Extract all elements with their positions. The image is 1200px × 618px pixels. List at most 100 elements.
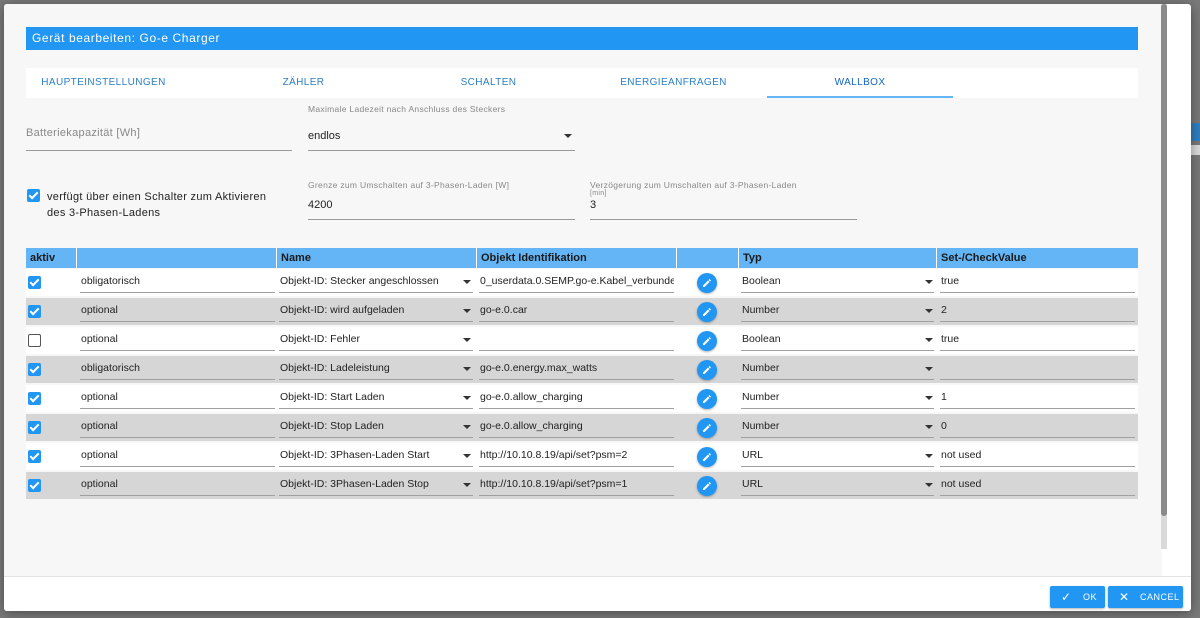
phase-switch-label: verfügt über einen Schalter zum Aktivier… <box>47 191 267 219</box>
row-object-id-underline <box>479 321 674 322</box>
row-active-checkbox[interactable] <box>28 392 41 405</box>
phase-switch-checkbox[interactable] <box>27 189 40 202</box>
tab-zaehler[interactable]: ZÄHLER <box>226 68 381 98</box>
ok-label: OK <box>1083 592 1098 602</box>
row-mode-input[interactable]: obligatorisch <box>81 275 271 287</box>
row-type-select[interactable]: Number <box>742 420 912 432</box>
pencil-icon <box>703 453 711 461</box>
row-name-select[interactable]: Objekt-ID: 3Phasen-Laden Stop <box>280 478 460 490</box>
row-type-select[interactable]: Number <box>742 391 912 403</box>
column-header-check-value: Set-/CheckValue <box>936 248 1138 268</box>
caret-down-icon <box>564 134 572 138</box>
caret-down-icon <box>463 483 471 487</box>
row-mode-input[interactable]: obligatorisch <box>81 362 271 374</box>
row-check-value-input[interactable]: true <box>941 333 1131 345</box>
row-active-checkbox[interactable] <box>28 479 41 492</box>
row-type-underline <box>741 408 934 409</box>
tab-haupteinstellungen[interactable]: HAUPTEINSTELLUNGEN <box>26 68 181 98</box>
caret-down-icon <box>463 454 471 458</box>
row-object-id-underline <box>479 350 674 351</box>
tab-energieanfragen[interactable]: ENERGIEANFRAGEN <box>596 68 751 98</box>
row-type-select[interactable]: URL <box>742 478 912 490</box>
tab-schalten[interactable]: SCHALTEN <box>411 68 566 98</box>
row-check-value-input[interactable]: 2 <box>941 304 1131 316</box>
row-edit-button[interactable] <box>697 331 717 351</box>
row-type-select[interactable]: Number <box>742 362 912 374</box>
row-active-checkbox[interactable] <box>28 276 41 289</box>
row-object-id-input[interactable]: go-e.0.energy.max_watts <box>480 362 674 374</box>
column-header-aktiv: aktiv <box>30 252 56 264</box>
row-mode-input[interactable]: optional <box>81 449 271 461</box>
dialog-footer: ✓ OK ✕ CANCEL <box>4 576 1191 611</box>
row-check-value-input[interactable]: 0 <box>941 420 1131 432</box>
row-name-underline <box>279 379 473 380</box>
caret-down-icon <box>925 367 933 371</box>
row-edit-button[interactable] <box>697 360 717 380</box>
row-mode-input[interactable]: optional <box>81 304 271 316</box>
row-name-select[interactable]: Objekt-ID: 3Phasen-Laden Start <box>280 449 460 461</box>
row-check-value-underline <box>940 437 1135 438</box>
close-icon: ✕ <box>1119 590 1130 604</box>
row-type-underline <box>741 466 934 467</box>
row-check-value-input[interactable]: not used <box>941 478 1131 490</box>
row-name-select[interactable]: Objekt-ID: Fehler <box>280 333 460 345</box>
row-object-id-input[interactable]: go-e.0.allow_charging <box>480 420 674 432</box>
row-type-select[interactable]: Boolean <box>742 333 912 345</box>
cancel-button[interactable]: ✕ CANCEL <box>1108 586 1183 608</box>
row-object-id-input[interactable]: http://10.10.8.19/api/set?psm=2 <box>480 449 674 461</box>
row-mode-underline <box>80 437 275 438</box>
row-object-id-input[interactable]: http://10.10.8.19/api/set?psm=1 <box>480 478 674 490</box>
row-name-select[interactable]: Objekt-ID: Start Laden <box>280 391 460 403</box>
row-edit-button[interactable] <box>697 447 717 467</box>
row-mode-input[interactable]: optional <box>81 478 271 490</box>
row-check-value-input[interactable]: true <box>941 275 1131 287</box>
row-mode-underline <box>80 379 275 380</box>
max-charge-time-select[interactable]: endlos <box>308 130 340 142</box>
row-active-checkbox[interactable] <box>28 450 41 463</box>
row-edit-button[interactable] <box>697 418 717 438</box>
row-active-checkbox[interactable] <box>28 363 41 376</box>
row-type-select[interactable]: URL <box>742 449 912 461</box>
row-mode-input[interactable]: optional <box>81 420 271 432</box>
row-active-checkbox[interactable] <box>28 421 41 434</box>
row-mode-input[interactable]: optional <box>81 391 271 403</box>
pencil-icon <box>703 337 711 345</box>
row-check-value-input[interactable]: not used <box>941 449 1131 461</box>
row-mode-underline <box>80 408 275 409</box>
row-name-select[interactable]: Objekt-ID: Ladeleistung <box>280 362 460 374</box>
row-object-id-input[interactable]: go-e.0.car <box>480 304 674 316</box>
vertical-scrollbar-thumb[interactable] <box>1161 4 1167 516</box>
row-name-select[interactable]: Objekt-ID: wird aufgeladen <box>280 304 460 316</box>
row-active-checkbox[interactable] <box>28 334 41 347</box>
row-active-checkbox[interactable] <box>28 305 41 318</box>
row-mode-underline <box>80 466 275 467</box>
row-mode-underline <box>80 350 275 351</box>
caret-down-icon <box>925 338 933 342</box>
ok-button[interactable]: ✓ OK <box>1050 586 1105 608</box>
caret-down-icon <box>463 425 471 429</box>
caret-down-icon <box>463 338 471 342</box>
column-header-name: Name <box>276 248 476 268</box>
row-object-id-input[interactable]: go-e.0.allow_charging <box>480 391 674 403</box>
row-name-select[interactable]: Objekt-ID: Stecker angeschlossen <box>280 275 460 287</box>
tab-wallbox[interactable]: WALLBOX <box>767 68 953 98</box>
row-type-select[interactable]: Boolean <box>742 275 912 287</box>
row-type-underline <box>741 350 934 351</box>
row-name-select[interactable]: Objekt-ID: Stop Laden <box>280 420 460 432</box>
battery-capacity-input[interactable]: Batteriekapazität [Wh] <box>26 127 140 139</box>
row-mode-input[interactable]: optional <box>81 333 271 345</box>
table-row: optional Objekt-ID: Start Laden go-e.0.all… <box>26 385 1138 412</box>
row-object-id-input[interactable]: 0_userdata.0.SEMP.go-e.Kabel_verbunden <box>480 275 674 287</box>
delay-input[interactable]: 3 <box>590 199 596 211</box>
row-edit-button[interactable] <box>697 389 717 409</box>
row-check-value-underline <box>940 321 1135 322</box>
row-edit-button[interactable] <box>697 476 717 496</box>
delay-label: Verzögerung zum Umschalten auf 3-Phasen-… <box>590 180 797 190</box>
threshold-input[interactable]: 4200 <box>308 199 332 211</box>
row-type-select[interactable]: Number <box>742 304 912 316</box>
row-edit-button[interactable] <box>697 273 717 293</box>
row-type-underline <box>741 292 934 293</box>
row-edit-button[interactable] <box>697 302 717 322</box>
row-check-value-input[interactable]: 1 <box>941 391 1131 403</box>
row-mode-underline <box>80 292 275 293</box>
